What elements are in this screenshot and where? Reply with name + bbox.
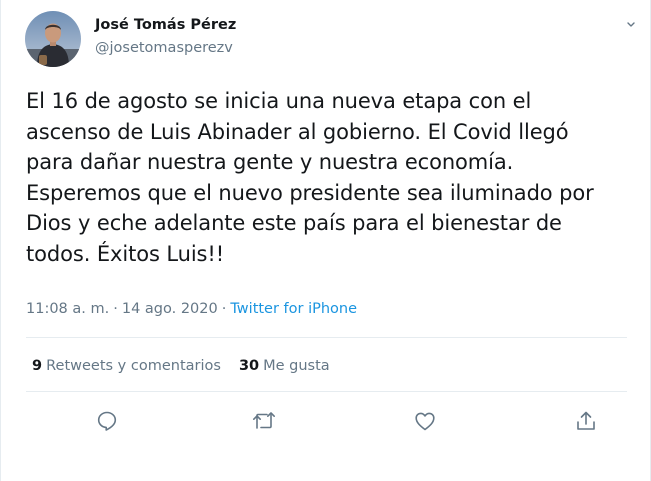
reply-button[interactable] — [94, 408, 120, 434]
divider — [26, 391, 627, 392]
profile-photo-icon — [25, 11, 81, 67]
tweet-date[interactable]: 14 ago. 2020 — [122, 301, 218, 317]
retweets-label: Retweets y comentarios — [46, 358, 221, 374]
tweet-text: El 16 de agosto se inicia una nueva etap… — [26, 89, 594, 266]
heart-icon — [415, 412, 435, 431]
share-button[interactable] — [573, 408, 599, 434]
display-name[interactable]: José Tomás Pérez — [95, 17, 236, 33]
retweets-count: 9 — [32, 358, 43, 374]
share-icon — [577, 411, 595, 430]
retweets-stat[interactable]: 9 Retweets y comentarios — [32, 358, 221, 374]
like-button[interactable] — [412, 408, 438, 434]
divider — [26, 337, 627, 338]
retweet-button[interactable] — [251, 408, 277, 434]
reply-icon — [97, 411, 117, 431]
likes-stat[interactable]: 30 Me gusta — [239, 358, 330, 374]
separator: · — [221, 301, 227, 317]
tweet-time[interactable]: 11:08 a. m. — [26, 301, 109, 317]
tweet-card: José Tomás Pérez @josetomasperezv El 16 … — [0, 0, 651, 481]
engagement-stats: 9 Retweets y comentarios 30 Me gusta — [32, 358, 330, 374]
retweet-icon — [253, 412, 275, 429]
avatar[interactable] — [25, 11, 81, 67]
likes-count: 30 — [238, 358, 260, 374]
likes-label: Me gusta — [263, 358, 330, 374]
tweet-metadata: 11:08 a. m. · 14 ago. 2020 · Twitter for iPh… — [26, 301, 357, 317]
user-handle[interactable]: @josetomasperezv — [95, 40, 233, 56]
tweet-source-link[interactable]: Twitter for iPhone — [230, 301, 357, 317]
chevron-down-icon[interactable] — [623, 16, 639, 28]
separator: · — [113, 301, 118, 317]
